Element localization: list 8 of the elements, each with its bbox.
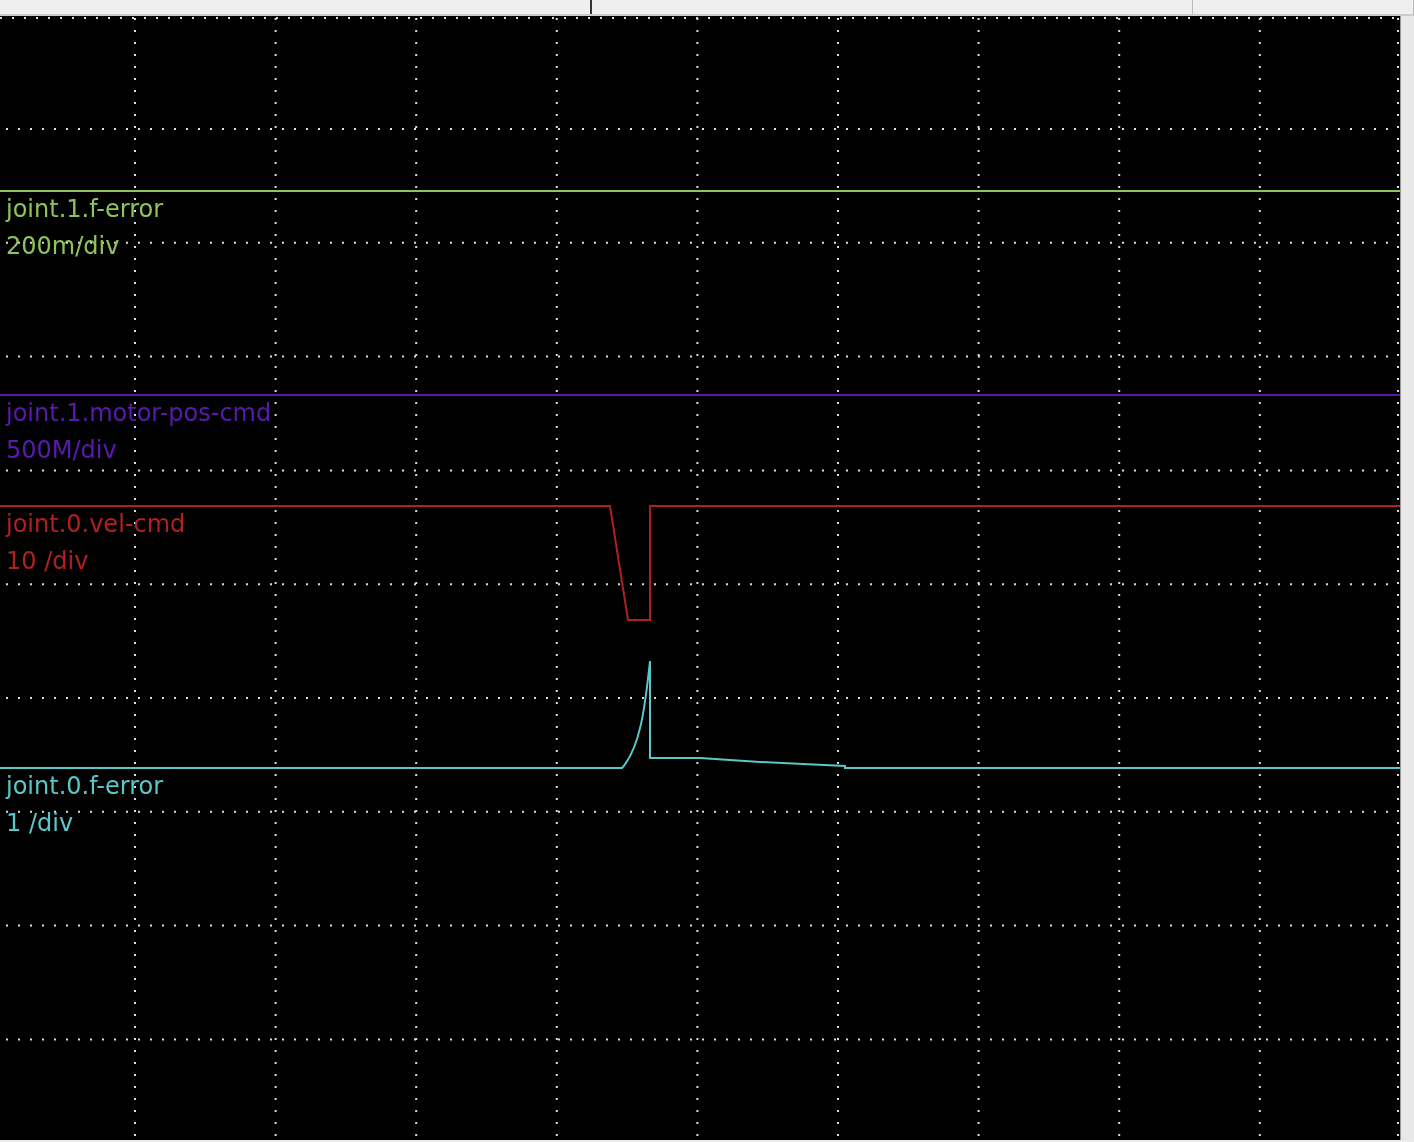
channel-scale: 500M/div: [6, 435, 117, 466]
channel-scale: 1 /div: [6, 808, 74, 839]
channel-name: joint.1.motor-pos-cmd: [6, 398, 272, 429]
channel-scale: 200m/div: [6, 231, 120, 262]
channel-name: joint.1.f-error: [6, 194, 164, 225]
channel-name: joint.0.f-error: [6, 771, 164, 802]
channel-name: joint.0.vel-cmd: [6, 509, 186, 540]
channel-scale: 10 /div: [6, 546, 89, 577]
